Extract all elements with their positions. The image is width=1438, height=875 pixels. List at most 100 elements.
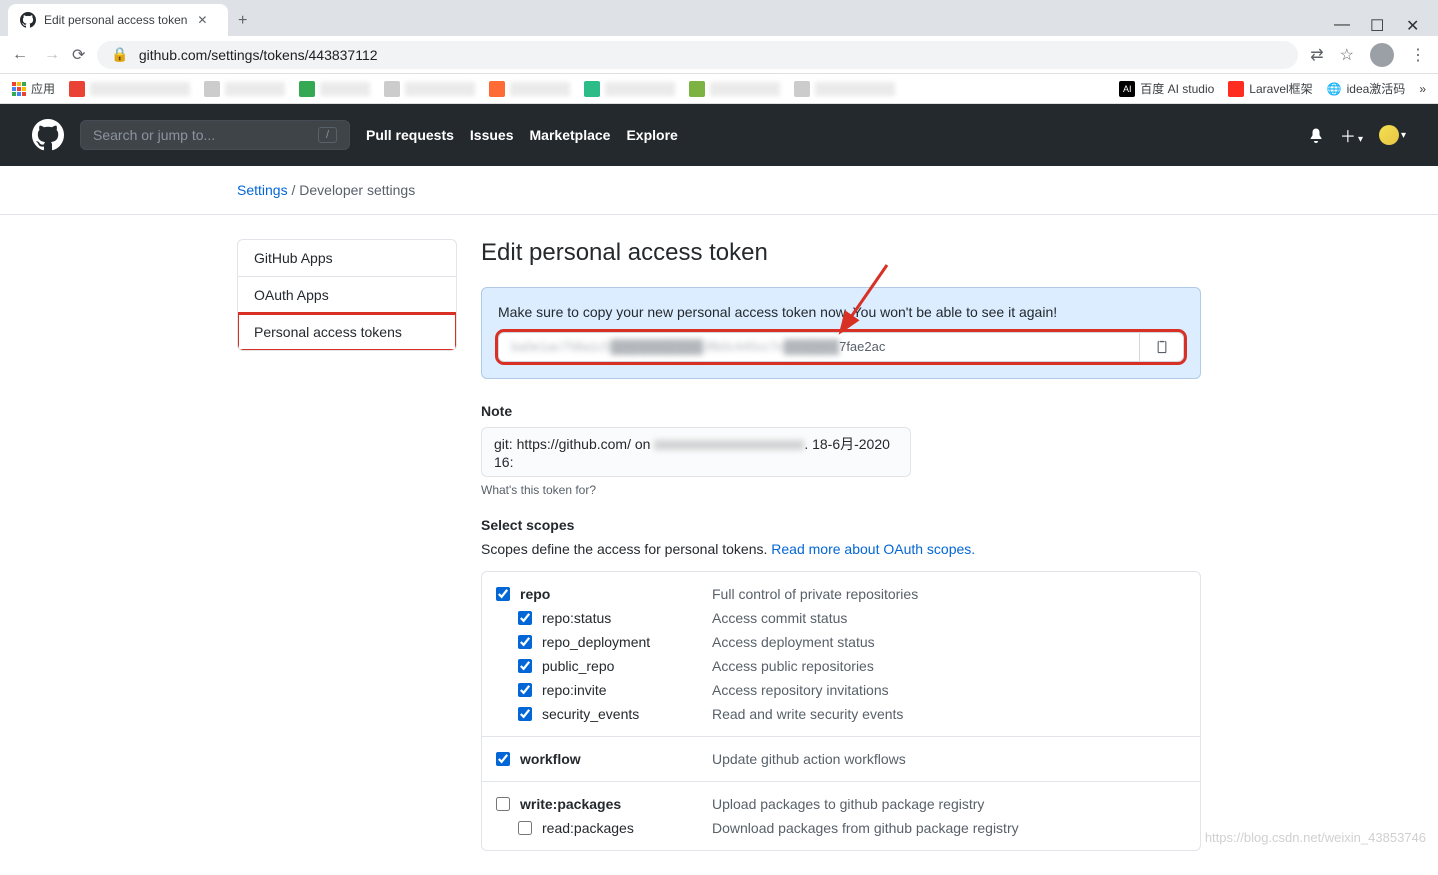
nav-explore[interactable]: Explore xyxy=(626,127,677,143)
token-value[interactable]: ba0e1ac758a1c5██████████3fb0c445cc7e████… xyxy=(498,332,1140,362)
close-tab-icon[interactable]: ✕ xyxy=(195,13,209,27)
scope-group-write-packages: write:packages Upload packages to github … xyxy=(482,782,1200,850)
scope-group-workflow: workflow Update github action workflows xyxy=(482,737,1200,782)
back-button[interactable]: ← xyxy=(12,46,28,64)
clipboard-icon xyxy=(1155,340,1169,354)
bookmark-item-ai[interactable]: AI百度 AI studio xyxy=(1119,80,1214,97)
scope-checkbox-public_repo[interactable] xyxy=(518,659,532,673)
translate-icon[interactable]: ⇄ xyxy=(1310,45,1323,65)
search-input[interactable]: Search or jump to... / xyxy=(80,120,350,150)
notifications-icon[interactable] xyxy=(1308,127,1324,143)
github-logo[interactable] xyxy=(32,119,64,151)
minimize-button[interactable]: — xyxy=(1334,16,1346,28)
nav-pull-requests[interactable]: Pull requests xyxy=(366,127,454,143)
more-menu-icon[interactable]: ⋮ xyxy=(1410,45,1426,65)
primary-nav: Pull requests Issues Marketplace Explore xyxy=(366,127,678,143)
github-favicon xyxy=(20,12,36,28)
user-menu[interactable]: ▾ xyxy=(1379,125,1406,145)
close-window-button[interactable]: ✕ xyxy=(1406,16,1418,28)
scope-checkbox-write:packages[interactable] xyxy=(496,797,510,811)
nav-issues[interactable]: Issues xyxy=(470,127,514,143)
scope-desc: Access deployment status xyxy=(712,634,875,650)
bookmark-item[interactable] xyxy=(299,81,370,97)
scopes-label: Select scopes xyxy=(481,517,1201,533)
scope-name: read:packages xyxy=(542,820,702,836)
scope-desc: Upload packages to github package regist… xyxy=(712,796,984,812)
forward-button[interactable]: → xyxy=(44,46,60,64)
globe-icon: 🌐 xyxy=(1327,82,1342,96)
copy-token-button[interactable] xyxy=(1140,332,1184,362)
scope-checkbox-repo:status[interactable] xyxy=(518,611,532,625)
bookmark-bar: 应用 AI百度 AI studio Laravel框架 🌐idea激活码 » xyxy=(0,74,1438,104)
bookmark-item[interactable] xyxy=(384,81,475,97)
scope-checkbox-workflow[interactable] xyxy=(496,752,510,766)
page-title: Edit personal access token xyxy=(481,239,1201,267)
new-tab-button[interactable]: + xyxy=(228,12,257,30)
settings-sidebar: GitHub AppsOAuth AppsPersonal access tok… xyxy=(237,239,457,851)
note-label: Note xyxy=(481,403,1201,419)
browser-toolbar: ← → ⟳ 🔒 github.com/settings/tokens/44383… xyxy=(0,36,1438,74)
sidebar-item-personal-access-tokens[interactable]: Personal access tokens xyxy=(238,314,456,350)
scope-desc: Read and write security events xyxy=(712,706,903,722)
scope-desc: Access public repositories xyxy=(712,658,874,674)
slash-hint: / xyxy=(318,127,337,143)
breadcrumb-developer-settings: Developer settings xyxy=(299,182,415,198)
maximize-button[interactable]: ☐ xyxy=(1370,16,1382,28)
scope-checkbox-repo:invite[interactable] xyxy=(518,683,532,697)
create-new-dropdown[interactable]: ＋▾ xyxy=(1340,123,1363,147)
breadcrumb-settings[interactable]: Settings xyxy=(237,182,288,198)
bookmark-item[interactable] xyxy=(204,81,285,97)
bookmark-item[interactable] xyxy=(689,81,780,97)
window-controls: — ☐ ✕ xyxy=(1322,16,1430,28)
scope-checkbox-repo[interactable] xyxy=(496,587,510,601)
bookmark-item[interactable] xyxy=(584,81,675,97)
browser-tab[interactable]: Edit personal access token ✕ xyxy=(8,4,228,36)
scopes-description: Scopes define the access for personal to… xyxy=(481,541,1201,557)
apps-shortcut[interactable]: 应用 xyxy=(12,80,55,97)
scope-desc: Update github action workflows xyxy=(712,751,906,767)
sidebar-item-github-apps[interactable]: GitHub Apps xyxy=(238,240,456,277)
profile-avatar[interactable] xyxy=(1370,43,1394,67)
scope-name: repo xyxy=(520,586,702,602)
browser-tab-strip: Edit personal access token ✕ + — ☐ ✕ xyxy=(0,0,1438,36)
scopes-learn-more-link[interactable]: Read more about OAuth scopes. xyxy=(771,541,975,557)
bookmark-item[interactable] xyxy=(489,81,570,97)
bookmark-item[interactable] xyxy=(69,81,190,97)
scope-desc: Download packages from github package re… xyxy=(712,820,1019,836)
token-flash-banner: Make sure to copy your new personal acce… xyxy=(481,287,1201,379)
note-hint: What's this token for? xyxy=(481,483,1201,497)
apps-label: 应用 xyxy=(31,80,55,97)
bookmark-overflow-icon[interactable]: » xyxy=(1419,82,1426,96)
scope-name: security_events xyxy=(542,706,702,722)
scope-checkbox-read:packages[interactable] xyxy=(518,821,532,835)
scope-desc: Access repository invitations xyxy=(712,682,889,698)
star-icon[interactable]: ☆ xyxy=(1340,45,1354,65)
url-text: github.com/settings/tokens/443837112 xyxy=(139,47,378,63)
annotation-arrow xyxy=(832,260,892,338)
bookmark-item-idea[interactable]: 🌐idea激活码 xyxy=(1327,80,1406,97)
scope-name: public_repo xyxy=(542,658,702,674)
search-placeholder: Search or jump to... xyxy=(93,127,215,143)
nav-marketplace[interactable]: Marketplace xyxy=(530,127,611,143)
bookmark-item-laravel[interactable]: Laravel框架 xyxy=(1228,80,1312,97)
scope-name: repo_deployment xyxy=(542,634,702,650)
breadcrumb: Settings / Developer settings xyxy=(213,166,1225,214)
lock-icon: 🔒 xyxy=(111,46,128,63)
scope-name: repo:status xyxy=(542,610,702,626)
flash-message: Make sure to copy your new personal acce… xyxy=(498,304,1184,320)
scope-desc: Access commit status xyxy=(712,610,847,626)
github-header: Search or jump to... / Pull requests Iss… xyxy=(0,104,1438,166)
scope-name: workflow xyxy=(520,751,702,767)
scope-name: write:packages xyxy=(520,796,702,812)
address-bar[interactable]: 🔒 github.com/settings/tokens/443837112 xyxy=(97,41,1298,69)
note-input[interactable]: git: https://github.com/ on . 18-6月-2020… xyxy=(481,427,911,477)
scope-name: repo:invite xyxy=(542,682,702,698)
reload-button[interactable]: ⟳ xyxy=(72,45,85,65)
scope-checkbox-security_events[interactable] xyxy=(518,707,532,721)
tab-title: Edit personal access token xyxy=(44,13,187,27)
sidebar-item-oauth-apps[interactable]: OAuth Apps xyxy=(238,277,456,314)
scope-checkbox-repo_deployment[interactable] xyxy=(518,635,532,649)
scope-group-repo: repoFull control of private repositories… xyxy=(482,572,1200,737)
bookmark-item[interactable] xyxy=(794,81,895,97)
scopes-list: repoFull control of private repositories… xyxy=(481,571,1201,851)
